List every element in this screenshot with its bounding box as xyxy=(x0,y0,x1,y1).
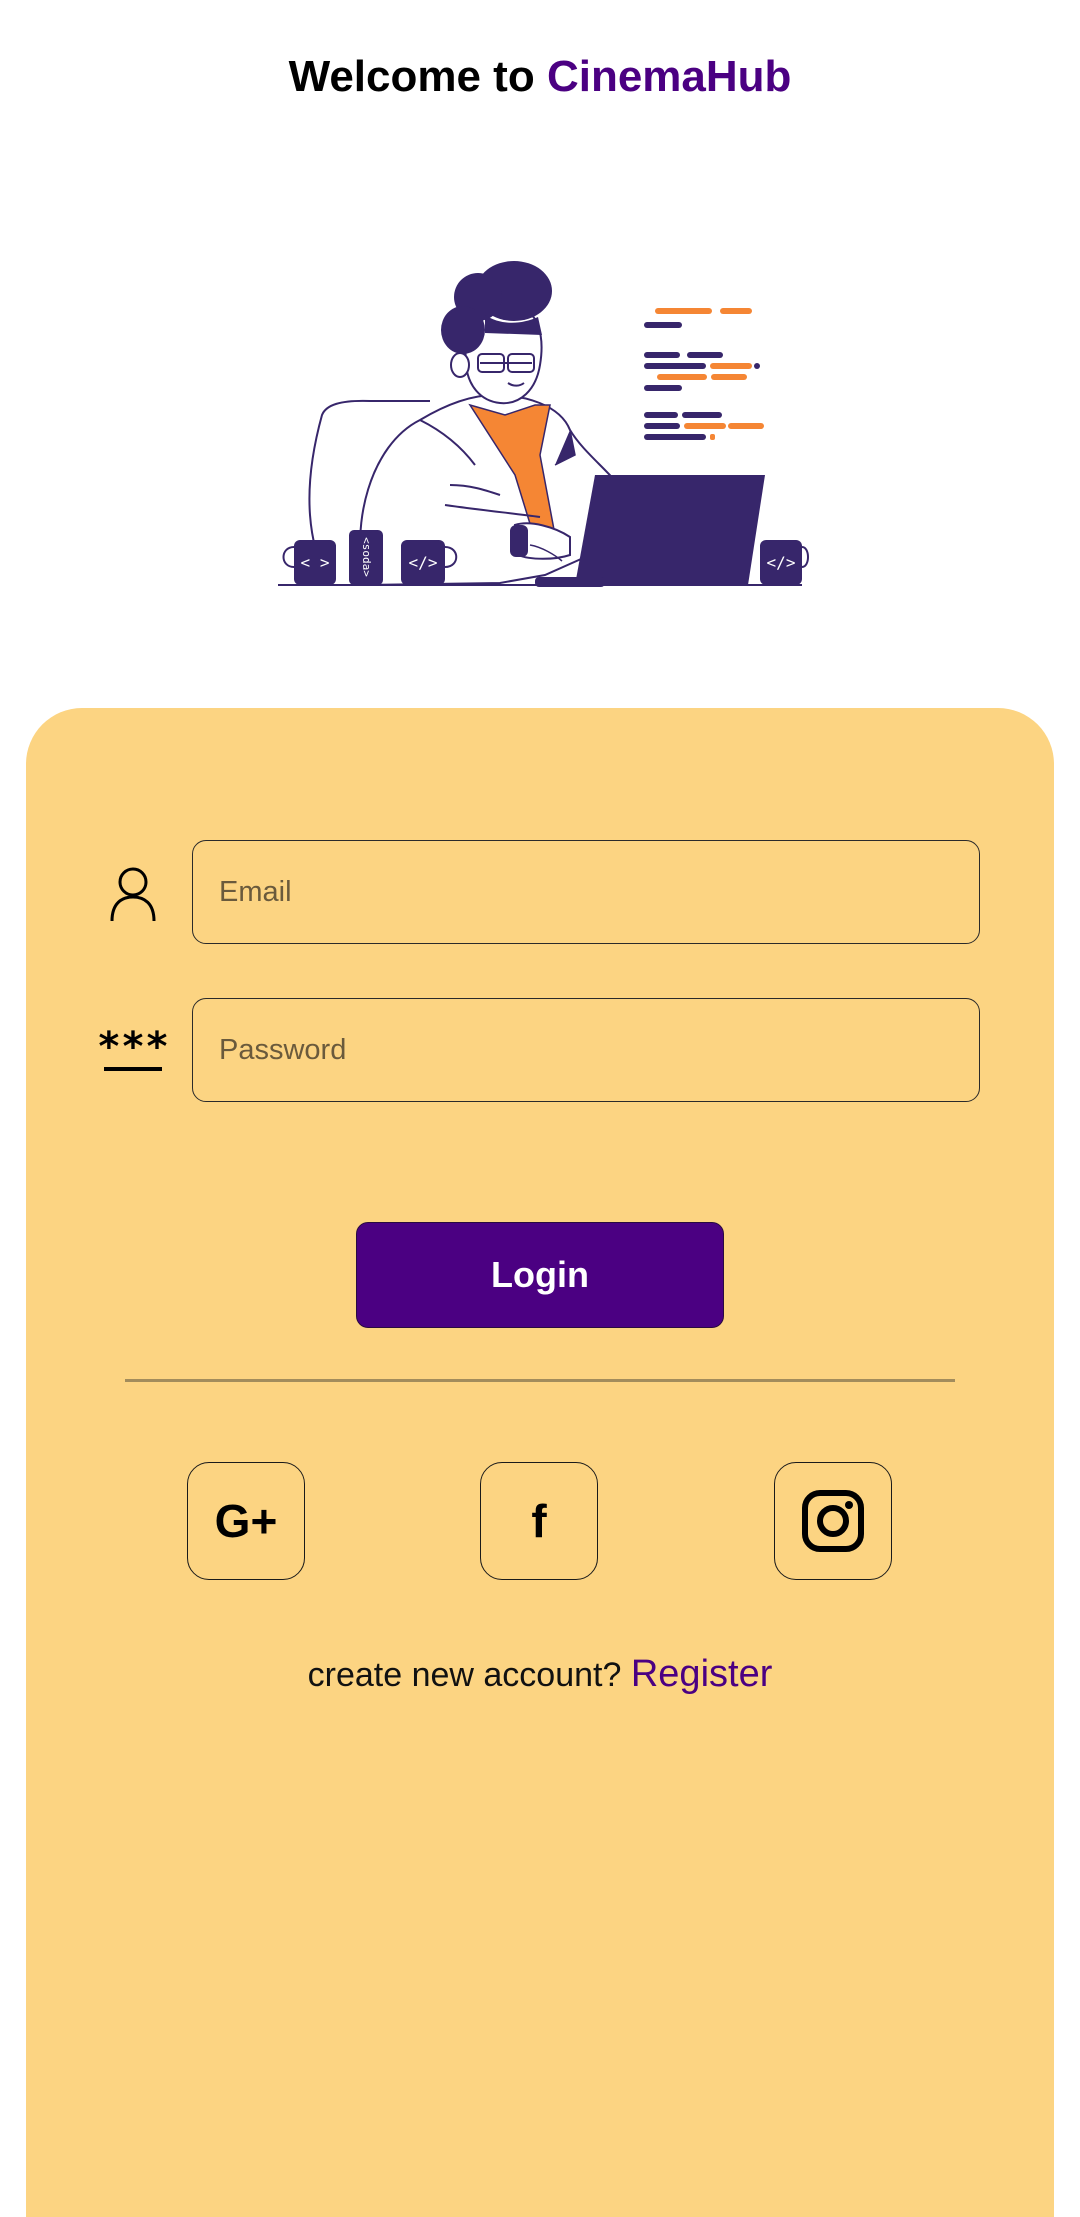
mug-left-graphic: < > xyxy=(282,540,336,585)
title-brand: CinemaHub xyxy=(546,52,792,101)
svg-text:< >: < > xyxy=(301,553,330,572)
divider xyxy=(125,1379,955,1382)
instagram-button[interactable] xyxy=(774,1462,892,1580)
soda-can-graphic: <soda> xyxy=(349,530,383,585)
password-input[interactable] xyxy=(192,998,980,1102)
google-plus-icon: G+ xyxy=(214,1495,278,1547)
svg-text:<soda>: <soda> xyxy=(360,537,373,577)
mug-right-graphic: </> xyxy=(760,540,809,585)
page-title: Welcome to CinemaHub xyxy=(0,52,1080,102)
title-prefix: Welcome to xyxy=(288,52,535,101)
google-plus-button[interactable]: G+ xyxy=(187,1462,305,1580)
register-link[interactable]: Register xyxy=(631,1653,773,1695)
code-lines-graphic xyxy=(644,308,764,440)
svg-text:</>: </> xyxy=(409,553,438,572)
facebook-icon: f xyxy=(531,1495,547,1547)
password-icon: *** xyxy=(96,1024,170,1071)
instagram-icon xyxy=(802,1490,864,1552)
register-prompt-line: create new account? Register xyxy=(0,1653,1080,1696)
email-input[interactable] xyxy=(192,840,980,944)
login-button[interactable]: Login xyxy=(356,1222,724,1328)
svg-text:</>: </> xyxy=(767,553,796,572)
developer-illustration: < > <soda> </> </> xyxy=(278,261,809,587)
register-prompt: create new account? xyxy=(307,1656,622,1694)
facebook-button[interactable]: f xyxy=(480,1462,598,1580)
user-icon xyxy=(103,864,163,924)
